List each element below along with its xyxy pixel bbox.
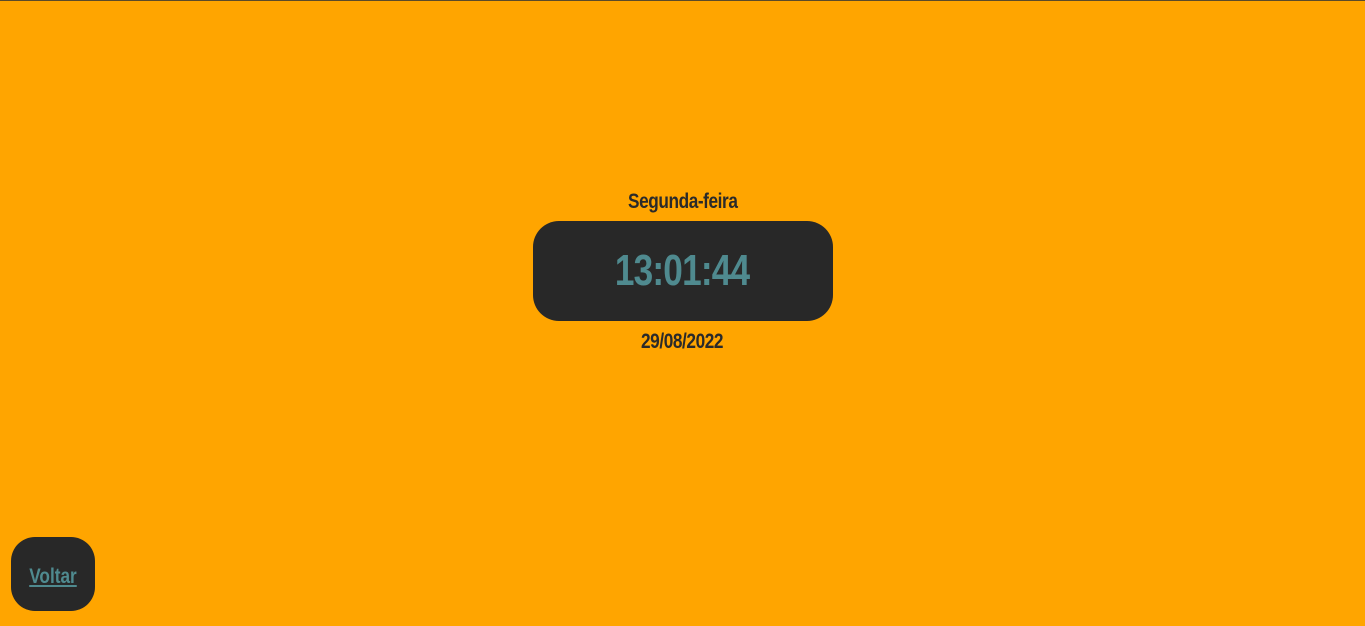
clock-widget: Segunda-feira 13:01:44 29/08/2022 <box>0 189 1365 355</box>
time-readout: 13:01:44 <box>615 246 750 295</box>
back-link[interactable]: Voltar <box>29 565 77 589</box>
clock-display: 13:01:44 <box>532 221 833 321</box>
back-button[interactable]: Voltar <box>11 537 95 611</box>
date-label: 29/08/2022 <box>641 330 724 353</box>
weekday-label: Segunda-feira <box>627 190 738 213</box>
